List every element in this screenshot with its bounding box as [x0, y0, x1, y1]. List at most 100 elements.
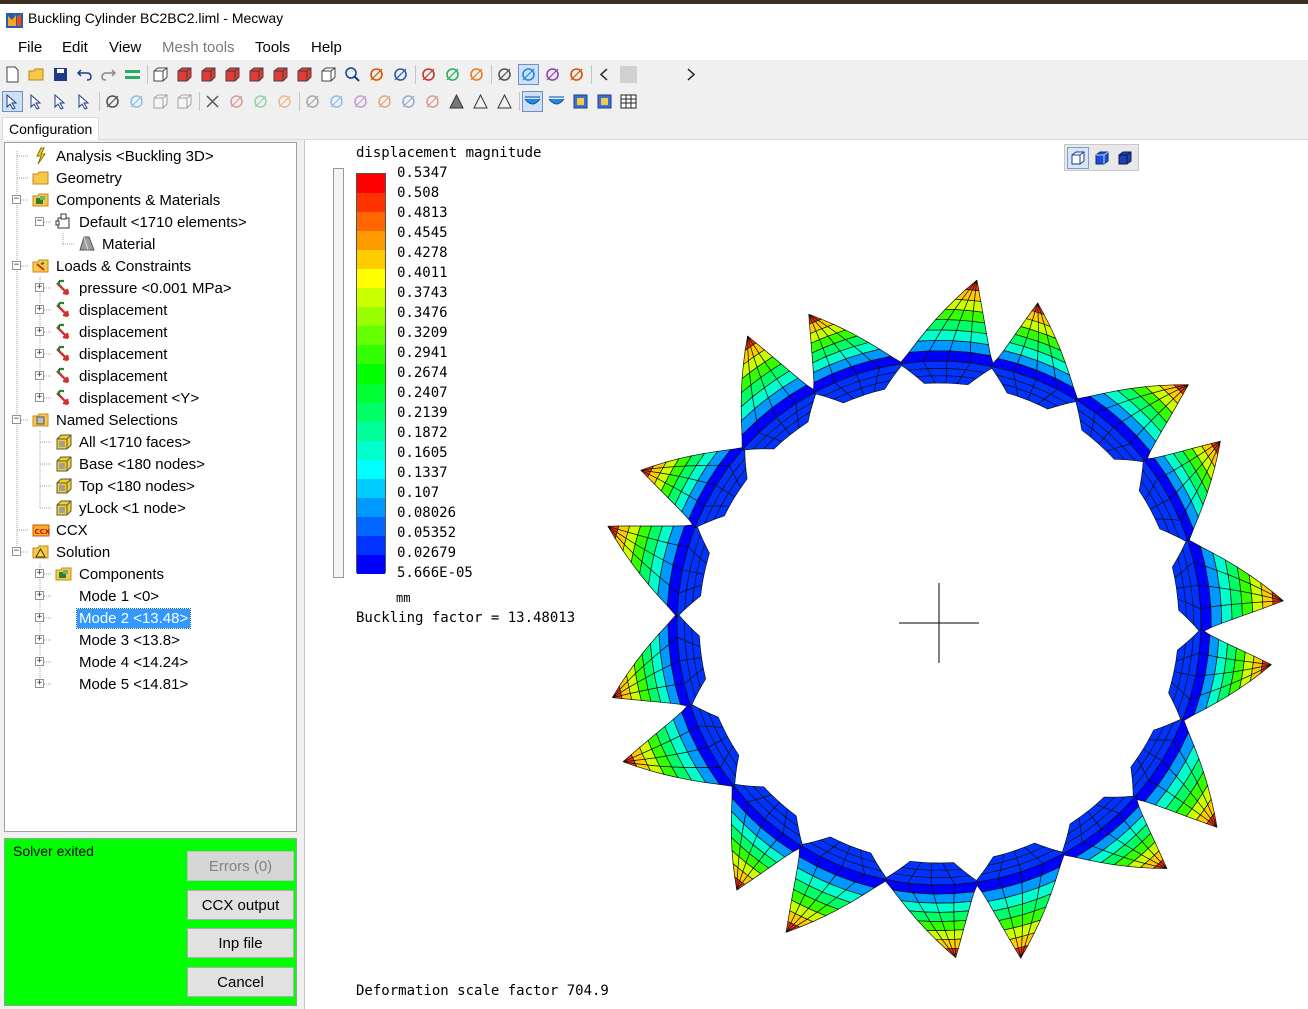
- expand-toggle[interactable]: +: [35, 393, 44, 402]
- collapse-toggle[interactable]: −: [12, 415, 21, 424]
- probe-icon[interactable]: [466, 64, 487, 85]
- redo-icon[interactable]: [98, 64, 119, 85]
- tree-item-analysis[interactable]: Analysis <Buckling 3D>: [31, 145, 216, 167]
- explode-icon[interactable]: [102, 91, 123, 112]
- tree-item-sol-components[interactable]: Components: [54, 563, 166, 585]
- zoom-box-icon[interactable]: [318, 64, 339, 85]
- extrude-icon[interactable]: [126, 91, 147, 112]
- view-iso-icon[interactable]: [150, 64, 171, 85]
- tree-item-disp5[interactable]: displacement <Y>: [54, 387, 201, 409]
- menu-help[interactable]: Help: [311, 39, 342, 56]
- measure-icon[interactable]: [442, 64, 463, 85]
- tree-item-disp1[interactable]: displacement: [54, 299, 169, 321]
- tree-item-components[interactable]: Components & Materials: [31, 189, 222, 211]
- merge-icon[interactable]: [274, 91, 295, 112]
- expand-toggle[interactable]: +: [35, 635, 44, 644]
- menu-mesh-tools[interactable]: Mesh tools: [162, 39, 235, 56]
- menu-edit[interactable]: Edit: [62, 39, 88, 56]
- layers-icon[interactable]: [122, 64, 143, 85]
- triangle-icon[interactable]: [470, 91, 491, 112]
- scroll-left-icon[interactable]: [594, 64, 615, 85]
- view-right-icon[interactable]: [246, 64, 267, 85]
- select-arrow-icon[interactable]: [2, 91, 23, 112]
- menu-file[interactable]: File: [18, 39, 42, 56]
- tree-item-disp3[interactable]: displacement: [54, 343, 169, 365]
- nodes-icon[interactable]: [422, 91, 443, 112]
- surface-icon[interactable]: [494, 64, 515, 85]
- menu-view[interactable]: View: [109, 39, 141, 56]
- expand-toggle[interactable]: +: [35, 371, 44, 380]
- open-folder-icon[interactable]: [26, 64, 47, 85]
- collapse-toggle[interactable]: −: [35, 217, 44, 226]
- tab-configuration[interactable]: Configuration: [2, 117, 100, 140]
- tree-item-ccx[interactable]: CCX CCX: [31, 519, 90, 541]
- paint-icon[interactable]: [418, 64, 439, 85]
- expand-toggle[interactable]: +: [35, 569, 44, 578]
- animate-icon[interactable]: [570, 91, 591, 112]
- legend-scrollbar[interactable]: [333, 168, 344, 578]
- panel-splitter[interactable]: [297, 140, 304, 1009]
- tree-item-pressure[interactable]: pressure <0.001 MPa>: [54, 277, 234, 299]
- wireframe-icon[interactable]: [542, 64, 563, 85]
- view-left-icon[interactable]: [222, 64, 243, 85]
- inp-file-button[interactable]: Inp file: [187, 928, 294, 958]
- triangle-outline-icon[interactable]: [494, 91, 515, 112]
- tree-item-disp2[interactable]: displacement: [54, 321, 169, 343]
- tree-item-mode4[interactable]: Mode 4 <14.24>: [54, 651, 190, 673]
- tree-item-mode5[interactable]: Mode 5 <14.81>: [54, 673, 190, 695]
- refine-icon[interactable]: [226, 91, 247, 112]
- tree-item-solution[interactable]: Solution: [31, 541, 112, 563]
- movie-icon[interactable]: [594, 91, 615, 112]
- expand-toggle[interactable]: +: [35, 591, 44, 600]
- scroll-right-icon[interactable]: [680, 64, 701, 85]
- ccx-output-button[interactable]: CCX output: [187, 890, 294, 920]
- tree-item-named[interactable]: Named Selections: [31, 409, 180, 431]
- table-icon[interactable]: [618, 91, 639, 112]
- expand-toggle[interactable]: +: [35, 327, 44, 336]
- expand-toggle[interactable]: +: [35, 613, 44, 622]
- zoom-icon[interactable]: [342, 64, 363, 85]
- copy-icon[interactable]: [326, 91, 347, 112]
- tree-item-top[interactable]: Top <180 nodes>: [54, 475, 197, 497]
- tree-item-all[interactable]: All <1710 faces>: [54, 431, 193, 453]
- expand-toggle[interactable]: +: [35, 305, 44, 314]
- tree-item-material[interactable]: Material: [77, 233, 157, 255]
- sweep-icon[interactable]: [374, 91, 395, 112]
- branch-icon[interactable]: [398, 91, 419, 112]
- tree-item-ylock[interactable]: yLock <1 node>: [54, 497, 188, 519]
- tree-item-mode2[interactable]: Mode 2 <13.48>: [54, 607, 192, 629]
- select-node-icon[interactable]: [26, 91, 47, 112]
- box-icon[interactable]: [150, 91, 171, 112]
- tree-item-base[interactable]: Base <180 nodes>: [54, 453, 207, 475]
- close-icon[interactable]: [202, 91, 223, 112]
- rotate-icon[interactable]: [366, 64, 387, 85]
- tree-item-default[interactable]: Default <1710 elements>: [54, 211, 249, 233]
- collapse-toggle[interactable]: −: [12, 547, 21, 556]
- pan-icon[interactable]: [390, 64, 411, 85]
- view-front-icon[interactable]: [174, 64, 195, 85]
- move-icon[interactable]: [302, 91, 323, 112]
- tree-item-mode1[interactable]: Mode 1 <0>: [54, 585, 161, 607]
- expand-toggle[interactable]: +: [35, 679, 44, 688]
- expand-toggle[interactable]: +: [35, 349, 44, 358]
- mesh-icon[interactable]: [566, 64, 587, 85]
- cube-icon[interactable]: [174, 91, 195, 112]
- deformed-shape-icon[interactable]: [522, 91, 543, 112]
- select-face-icon[interactable]: [50, 91, 71, 112]
- undo-icon[interactable]: [74, 64, 95, 85]
- errors-button[interactable]: Errors (0): [187, 851, 294, 881]
- revolve-icon[interactable]: [350, 91, 371, 112]
- blank-icon[interactable]: [618, 64, 639, 85]
- tree-item-geometry[interactable]: Geometry: [31, 167, 124, 189]
- view-bottom-icon[interactable]: [294, 64, 315, 85]
- select-element-icon[interactable]: [74, 91, 95, 112]
- collapse-toggle[interactable]: −: [12, 195, 21, 204]
- view-back-icon[interactable]: [198, 64, 219, 85]
- graphics-viewport[interactable]: displacement magnitude 0.5347 0.508 0.4813…: [304, 140, 1308, 1009]
- triangle-fill-icon[interactable]: [446, 91, 467, 112]
- expand-toggle[interactable]: +: [35, 283, 44, 292]
- new-file-icon[interactable]: [2, 64, 23, 85]
- menu-tools[interactable]: Tools: [255, 39, 290, 56]
- cancel-button[interactable]: Cancel: [187, 967, 294, 997]
- view-blue-cube-icon[interactable]: [1091, 147, 1113, 169]
